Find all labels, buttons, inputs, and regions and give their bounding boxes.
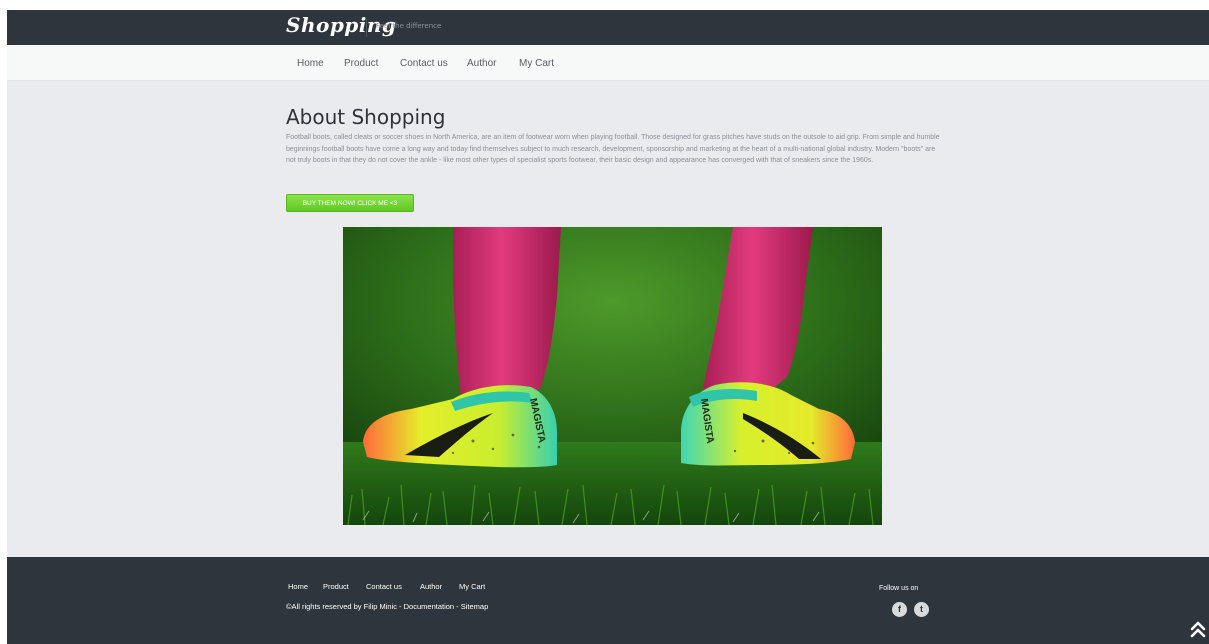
site-footer: Home Product Contact us Author My Cart ©… bbox=[7, 557, 1209, 644]
footer-link-author[interactable]: Author bbox=[420, 582, 442, 591]
hero-image: MAGISTA MAGISTA bbox=[343, 227, 882, 525]
footer-link-my-cart[interactable]: My Cart bbox=[459, 582, 485, 591]
footer-link-home[interactable]: Home bbox=[288, 582, 308, 591]
nav-item-my-cart[interactable]: My Cart bbox=[519, 58, 554, 69]
facebook-icon[interactable]: f bbox=[892, 602, 907, 617]
site-tagline: Feel the difference bbox=[376, 22, 442, 30]
copyright-text: ©All rights reserved by Filip Minic - Do… bbox=[286, 602, 489, 611]
page-title: About Shopping bbox=[286, 105, 446, 129]
twitter-icon[interactable]: t bbox=[914, 602, 929, 617]
top-bar: Shopping Feel the difference bbox=[7, 10, 1209, 45]
double-chevron-up-icon bbox=[1190, 621, 1206, 638]
follow-us-label: Follow us on bbox=[879, 585, 919, 592]
main-nav: Home Product Contact us Author My Cart bbox=[7, 45, 1209, 81]
about-description: Football boots, called cleats or soccer … bbox=[286, 134, 940, 165]
buy-now-button[interactable]: BUY THEM NOW! CLICK ME <3 bbox=[286, 194, 414, 212]
tagline-divider bbox=[366, 19, 367, 37]
scroll-top-button[interactable] bbox=[1190, 620, 1206, 640]
page: Shopping Feel the difference Home Produc… bbox=[7, 10, 1209, 644]
nav-item-product[interactable]: Product bbox=[344, 58, 378, 69]
nav-item-contact-us[interactable]: Contact us bbox=[400, 58, 448, 69]
footer-link-contact-us[interactable]: Contact us bbox=[366, 582, 402, 591]
football-boots-illustration: MAGISTA MAGISTA bbox=[343, 227, 882, 525]
footer-link-product[interactable]: Product bbox=[323, 582, 349, 591]
nav-item-home[interactable]: Home bbox=[297, 58, 324, 69]
nav-item-author[interactable]: Author bbox=[467, 58, 496, 69]
